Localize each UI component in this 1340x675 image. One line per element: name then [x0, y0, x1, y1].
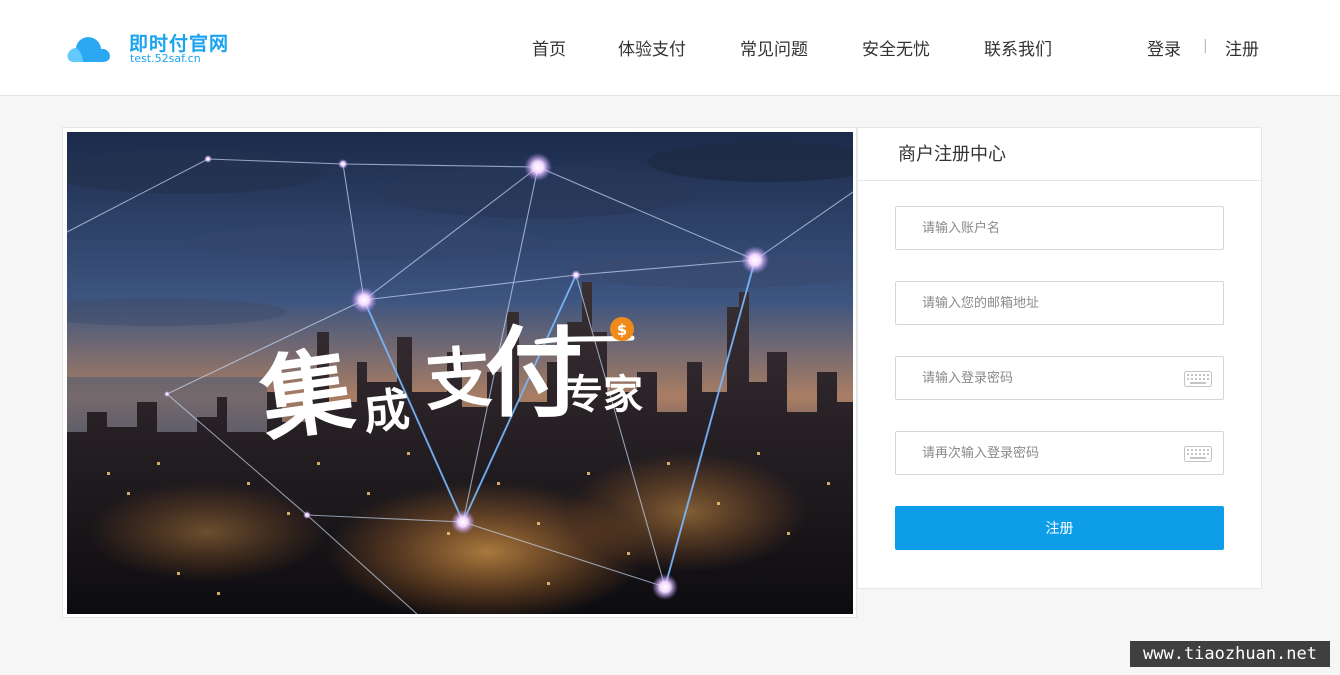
- brand-logo[interactable]: 即时付官网 test.52saf.cn: [66, 28, 266, 68]
- register-link[interactable]: 注册: [1225, 35, 1259, 60]
- hero-banner: 集 成 支 付 专家 $: [62, 127, 857, 618]
- password-input[interactable]: [896, 357, 1223, 399]
- nav-item-security[interactable]: 安全无忧: [862, 35, 930, 60]
- headline-char-zhi: 支: [423, 339, 494, 420]
- headline-char-cheng: 成: [361, 382, 412, 441]
- keyboard-icon[interactable]: [1184, 446, 1212, 462]
- keyboard-icon[interactable]: [1184, 371, 1212, 387]
- nav-item-contact[interactable]: 联系我们: [984, 35, 1052, 60]
- auth-separator: |: [1203, 38, 1208, 54]
- email-input[interactable]: [896, 282, 1223, 324]
- cloud-icon: [67, 37, 110, 62]
- coin-symbol: $: [617, 321, 627, 339]
- panel-title: 商户注册中心: [858, 128, 1261, 181]
- register-panel: 商户注册中心 注册: [857, 127, 1262, 589]
- password-confirm-input[interactable]: [896, 432, 1223, 474]
- headline-char-ji: 集: [253, 336, 360, 455]
- site-header: 即时付官网 test.52saf.cn 首页 体验支付 常见问题 安全无忧 联系…: [0, 0, 1340, 96]
- password-field: [895, 356, 1224, 400]
- nav-item-try-payment[interactable]: 体验支付: [618, 35, 686, 60]
- register-button[interactable]: 注册: [895, 506, 1224, 550]
- headline-char-zhuanjia: 专家: [563, 372, 643, 418]
- email-field: [895, 281, 1224, 325]
- nav-item-faq[interactable]: 常见问题: [740, 35, 808, 60]
- site-watermark: www.tiaozhuan.net: [1130, 641, 1330, 667]
- login-link[interactable]: 登录: [1147, 35, 1181, 60]
- username-field: [895, 206, 1224, 250]
- nav-item-home[interactable]: 首页: [532, 35, 566, 60]
- city-network-illustration: 集 成 支 付 专家 $: [67, 132, 853, 614]
- password-confirm-field: [895, 431, 1224, 475]
- brand-domain: test.52saf.cn: [130, 52, 201, 65]
- username-input[interactable]: [896, 207, 1223, 249]
